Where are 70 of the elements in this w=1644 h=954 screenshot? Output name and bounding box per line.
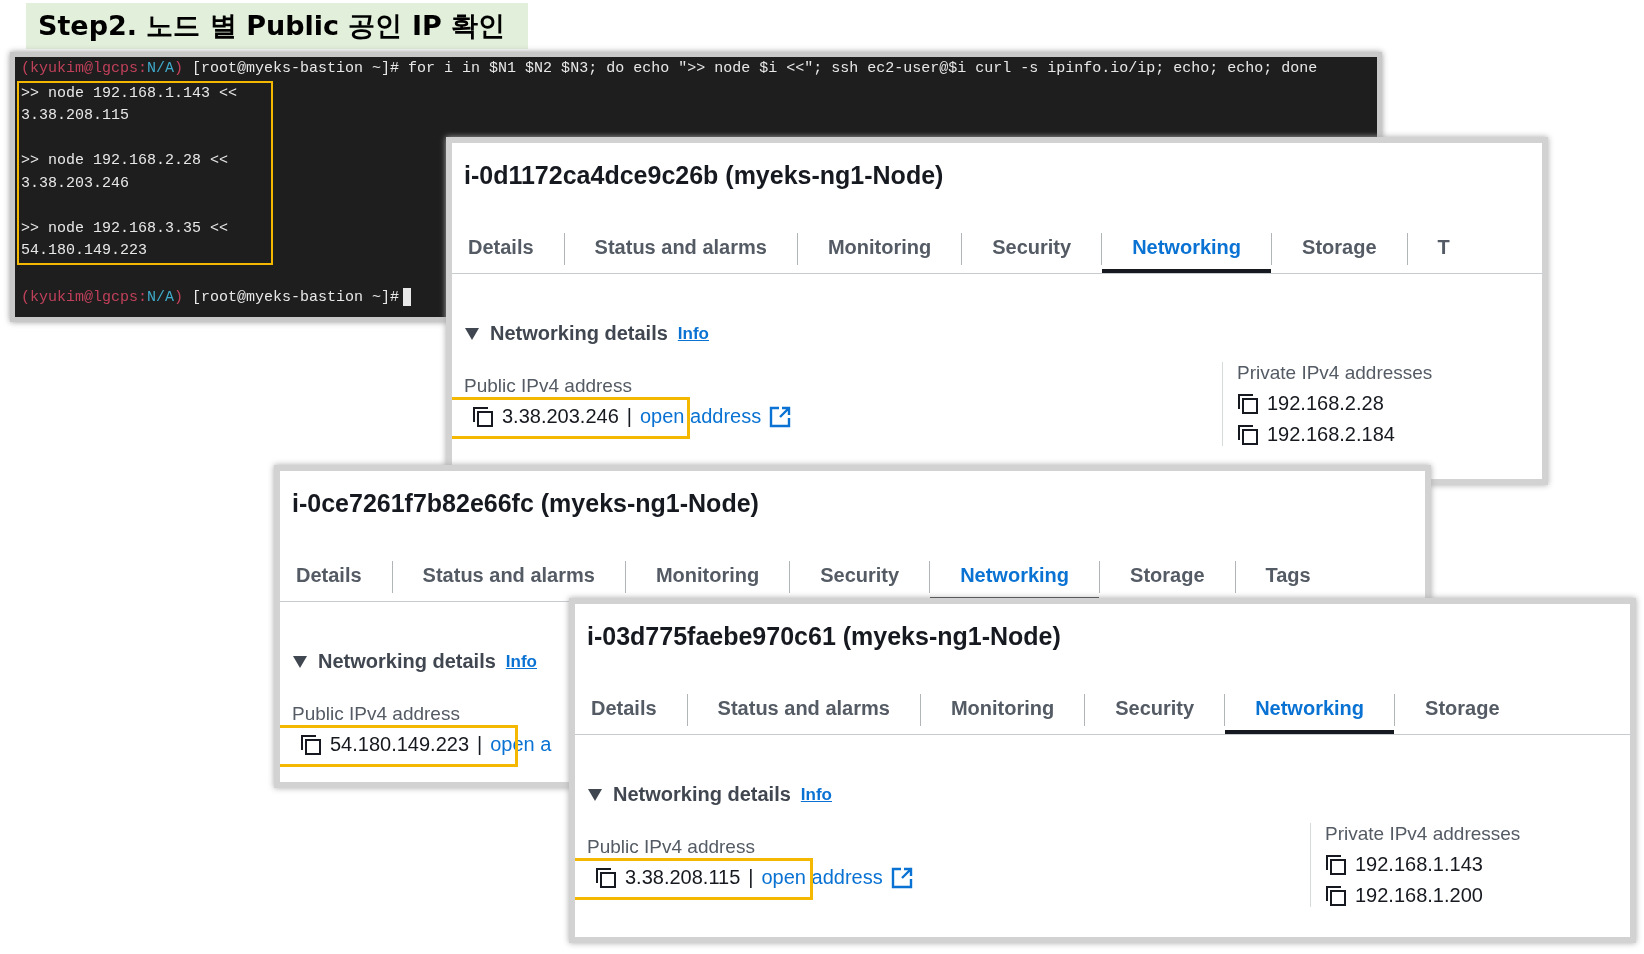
ip-address: 192.168.2.28 (1267, 392, 1384, 415)
prompt-paren: ) (174, 289, 184, 306)
tab[interactable]: Storage (1100, 556, 1235, 601)
instance-title: i-0d1172ca4dce9c26b (myeks-ng1-Node) (463, 160, 945, 190)
copy-icon (1325, 884, 1347, 907)
tab[interactable]: Security (962, 228, 1102, 273)
tab[interactable]: Status and alarms (564, 228, 797, 273)
tab[interactable]: Storage (1272, 228, 1407, 273)
ip-address: 192.168.1.143 (1355, 853, 1483, 876)
slide-heading: Step2. 노드 별 Public 공인 IP 확인 (26, 3, 528, 49)
collapse-triangle-icon[interactable] (587, 787, 603, 802)
ip-address: 3.38.208.115 (625, 866, 741, 889)
copy-icon (595, 866, 617, 889)
tab[interactable]: Monitoring (920, 689, 1085, 734)
collapse-triangle-icon[interactable] (464, 326, 480, 341)
prompt-user: (kyukim@lgcps: (21, 289, 148, 306)
field-label: Private IPv4 addresses (1325, 823, 1522, 845)
separator: | (477, 733, 483, 756)
copy-icon (1325, 853, 1347, 876)
prompt-context: N/A (147, 289, 175, 306)
prompt-context: N/A (147, 60, 175, 77)
copy-icon (472, 405, 494, 428)
ip-address: 54.180.149.223 (330, 733, 470, 756)
info-link[interactable]: Info (677, 323, 709, 344)
terminal-output: 3.38.208.115 (21, 107, 130, 124)
tab[interactable]: Status and alarms (392, 556, 625, 601)
instance-title: i-0ce7261f7b82e66fc (myeks-ng1-Node) (291, 488, 760, 518)
field-label: Public IPv4 address (292, 703, 461, 725)
copy-icon (1237, 423, 1259, 446)
field-label: Private IPv4 addresses (1237, 362, 1434, 384)
prompt-paren: ) (174, 60, 184, 77)
tab[interactable]: Networking (1225, 689, 1395, 734)
separator: | (748, 866, 754, 889)
tab[interactable]: Networking (1102, 228, 1272, 273)
instance-title: i-03d775faebe970c61 (myeks-ng1-Node) (586, 621, 1062, 651)
open-address-link[interactable]: open address (640, 405, 762, 428)
prompt-user: (kyukim@lgcps: (21, 60, 148, 77)
copy-icon (300, 733, 322, 756)
copy-icon (1237, 392, 1259, 415)
collapse-triangle-icon[interactable] (292, 654, 308, 669)
ip-address: 3.38.203.246 (502, 405, 619, 428)
separator: | (626, 405, 632, 428)
terminal-output: >> node 192.168.2.28 << (21, 152, 229, 169)
field-label: Public IPv4 address (587, 836, 756, 858)
terminal-command: [root@myeks-bastion ~]# (191, 289, 400, 306)
tab[interactable]: Details (579, 689, 687, 734)
ip-address: 192.168.1.200 (1355, 884, 1483, 907)
section-title: Networking details (613, 783, 791, 806)
tab[interactable]: Details (284, 556, 392, 601)
field-label: Public IPv4 address (464, 375, 633, 397)
tab[interactable]: Security (790, 556, 930, 601)
terminal-output: >> node 192.168.1.143 << (21, 84, 238, 102)
tab[interactable]: Monitoring (625, 556, 790, 601)
section-title: Networking details (490, 322, 668, 345)
tab[interactable]: Storage (1395, 689, 1530, 734)
info-link[interactable]: Info (800, 784, 832, 805)
tab[interactable]: Security (1085, 689, 1225, 734)
ip-address: 192.168.2.184 (1267, 423, 1395, 446)
terminal-output: >> node 192.168.3.35 << (21, 219, 229, 237)
terminal-output: 54.180.149.223 (21, 242, 148, 259)
tab[interactable]: T (1407, 228, 1480, 273)
tab[interactable]: Monitoring (797, 228, 962, 273)
section-title: Networking details (318, 650, 496, 673)
open-address-link[interactable]: open address (761, 866, 883, 889)
tab[interactable]: Tags (1235, 556, 1341, 601)
terminal-output: 3.38.203.246 (21, 174, 130, 192)
info-link[interactable]: Info (505, 651, 537, 672)
tab[interactable]: Details (456, 228, 564, 273)
tab[interactable]: Status and alarms (687, 689, 920, 734)
terminal-command: [root@myeks-bastion ~]# for i in $N1 $N2 $N3; do echo ">> node $i <<"; ssh ec2-user@$i curl -s ipinfo.io/ip; echo; echo; done (191, 60, 1318, 77)
